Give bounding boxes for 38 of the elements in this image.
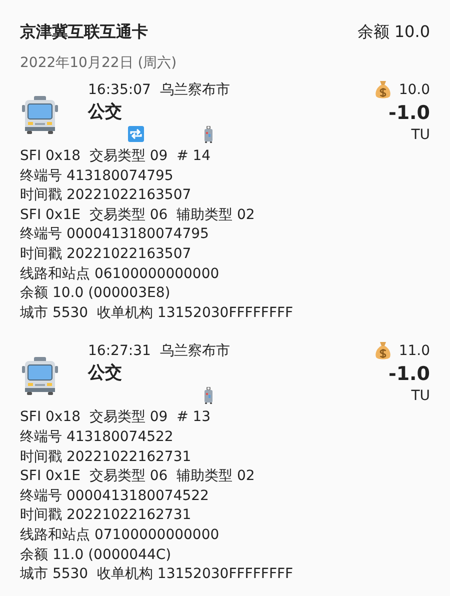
detail-line: 终端号 0000413180074795: [20, 225, 210, 244]
balance-after: 11.0: [398, 343, 430, 360]
trip-time-city: 16:35:07 乌兰察布市: [88, 81, 231, 100]
detail-line: 时间戳 20221022162731: [20, 506, 192, 526]
detail-line: 终端号 0000413180074522: [20, 486, 210, 506]
detail-line: 城市 5530 收单机构 13152030FFFFFFFF: [20, 304, 294, 323]
detail-line: 余额 11.0 (0000044C): [20, 546, 172, 564]
detail-line: 时间戳 20221022163507: [20, 244, 192, 264]
detail-line: SFI 0x1E 交易类型 06 辅助类型 02: [20, 467, 256, 486]
detail-line: 城市 5530 收单机构 13152030FFFFFFFF: [20, 565, 294, 584]
currency-label: TU: [411, 126, 430, 145]
trip-time-city: 16:27:31 乌兰察布市: [88, 342, 231, 362]
detail-line: SFI 0x18 交易类型 09 # 14: [20, 147, 212, 166]
card-title: 京津冀互联互通卡: [20, 22, 148, 42]
trip-mode: 公交: [88, 362, 123, 386]
trip-amount: -1.0: [388, 101, 430, 126]
detail-line: SFI 0x18 交易类型 09 # 13: [20, 408, 212, 428]
repeat-arrows-icon: [128, 126, 144, 142]
date-heading: 2022年10月22日 (周六): [20, 54, 178, 73]
trip-amount: -1.0: [388, 362, 430, 388]
luggage-icon: [204, 126, 213, 142]
bus-icon: [20, 95, 60, 135]
detail-line: 时间戳 20221022163507: [20, 186, 192, 206]
money-bag-icon: [374, 80, 391, 100]
detail-line: 线路和站点 07100000000000: [20, 526, 220, 545]
detail-line: SFI 0x1E 交易类型 06 辅助类型 02: [20, 206, 256, 225]
bus-icon: [20, 356, 60, 396]
trip-mode: 公交: [88, 101, 123, 124]
balance-after: 10.0: [398, 82, 430, 98]
luggage-icon: [204, 386, 213, 404]
currency-label: TU: [411, 387, 430, 406]
detail-line: 终端号 413180074522: [20, 428, 174, 447]
detail-line: 余额 10.0 (000003E8): [20, 284, 172, 304]
detail-line: 终端号 413180074795: [20, 166, 174, 186]
money-bag-icon: [374, 341, 391, 362]
detail-line: 线路和站点 06100000000000: [20, 264, 220, 284]
detail-line: 时间戳 20221022162731: [20, 448, 192, 467]
card-balance: 余额 10.0: [357, 22, 430, 42]
